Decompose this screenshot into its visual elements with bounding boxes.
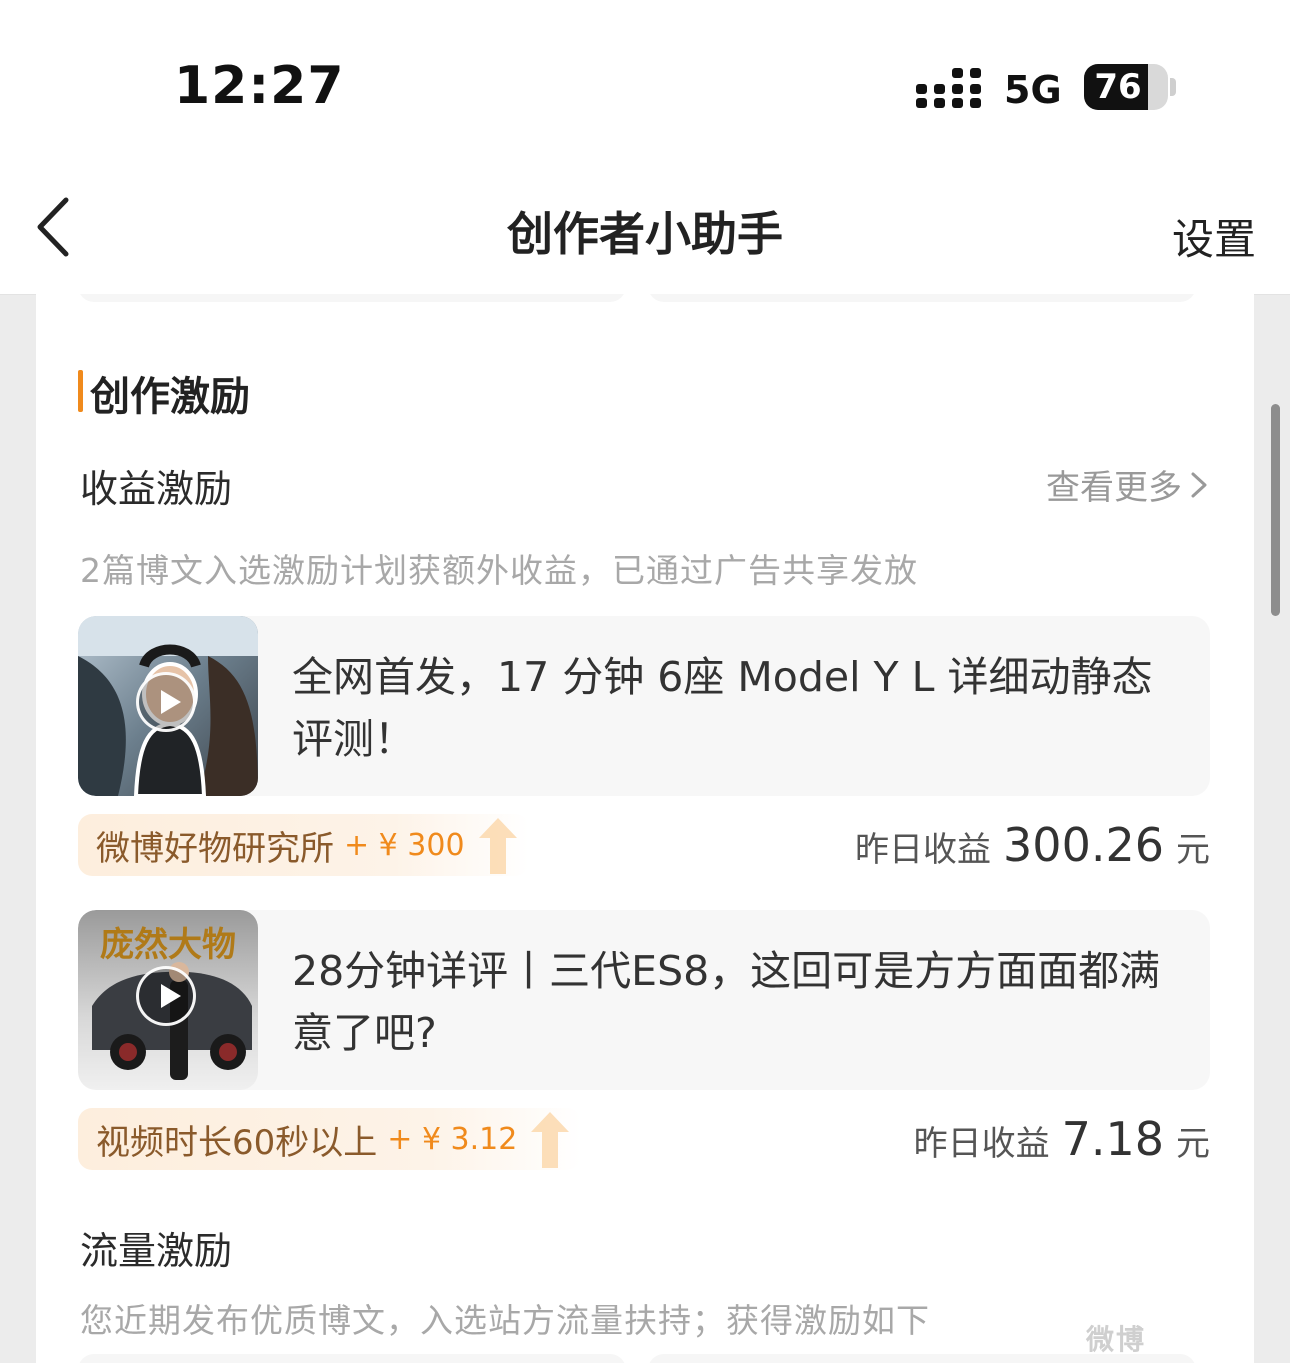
network-type: 5G: [1004, 68, 1062, 112]
earnings-label: 昨日收益: [913, 1124, 1050, 1164]
incentive-tag: 微博好物研究所 + ¥ 300: [78, 814, 529, 876]
view-more-link[interactable]: 查看更多: [1046, 460, 1210, 509]
video-thumbnail[interactable]: [78, 616, 258, 796]
page-title: 创作者小助手: [507, 207, 783, 261]
tag-bonus: + ¥ 300: [344, 827, 465, 863]
status-bar: 12:27 5G 76: [0, 0, 1290, 170]
earnings-value: 7.18: [1061, 1112, 1164, 1166]
section-accent-bar: [78, 370, 83, 412]
nav-bar: 创作者小助手 设置: [0, 170, 1290, 295]
post-title: 全网首发，17 分钟 6座 Model Y L 详细动静态评测！: [292, 653, 1153, 763]
status-time: 12:27: [174, 56, 345, 116]
income-incentive-title: 收益激励: [80, 467, 233, 511]
scrollbar[interactable]: [1271, 404, 1280, 616]
battery-icon: 76: [1084, 64, 1168, 110]
watermark: 微博: [1086, 1323, 1147, 1356]
incentive-tag: 视频时长60秒以上 + ¥ 3.12: [78, 1108, 582, 1170]
play-icon: [136, 672, 196, 732]
next-item-edge: [78, 1354, 626, 1363]
earnings-row: 昨日收益 7.18 元: [914, 1112, 1210, 1166]
post-title: 28分钟详评丨三代ES8，这回可是方方面面都满意了吧?: [292, 947, 1161, 1057]
post-card[interactable]: 全网首发，17 分钟 6座 Model Y L 详细动静态评测！: [78, 616, 1210, 796]
battery-cap: [1170, 78, 1176, 96]
earnings-unit: 元: [1176, 1124, 1210, 1164]
thumbnail-caption: 庞然大物: [100, 925, 236, 965]
play-icon: [136, 966, 196, 1026]
settings-button[interactable]: 设置: [1172, 206, 1256, 267]
tag-name: 微博好物研究所: [96, 828, 334, 869]
previous-item-edge: [78, 294, 626, 302]
chevron-right-icon: [1191, 472, 1207, 497]
traffic-incentive-title: 流量激励: [80, 1229, 233, 1273]
post-card[interactable]: 庞然大物 28分钟详评丨三代ES8，这回可是方方面面都满意了吧?: [78, 910, 1210, 1090]
tag-bonus: + ¥ 3.12: [387, 1121, 518, 1157]
earnings-label: 昨日收益: [855, 830, 992, 870]
view-more-label: 查看更多: [1046, 468, 1182, 508]
content-card: 创作激励 收益激励 查看更多 2篇博文入选激励计划获额外收益，已通过广告共享发放: [36, 294, 1254, 1363]
section-title: 创作激励: [90, 374, 250, 420]
earnings-row: 昨日收益 300.26 元: [855, 818, 1210, 872]
battery-level: 76: [1094, 67, 1142, 107]
tag-name: 视频时长60秒以上: [96, 1122, 378, 1163]
video-thumbnail[interactable]: 庞然大物: [78, 910, 258, 1090]
traffic-description: 您近期发布优质博文，入选站方流量扶持；获得激励如下: [80, 1301, 930, 1340]
income-description: 2篇博文入选激励计划获额外收益，已通过广告共享发放: [80, 551, 918, 590]
up-arrow-icon: [478, 818, 517, 874]
signal-icon: [916, 68, 981, 108]
earnings-unit: 元: [1176, 830, 1210, 870]
previous-item-edge: [648, 294, 1196, 302]
earnings-value: 300.26: [1003, 818, 1164, 872]
up-arrow-icon: [531, 1112, 570, 1168]
